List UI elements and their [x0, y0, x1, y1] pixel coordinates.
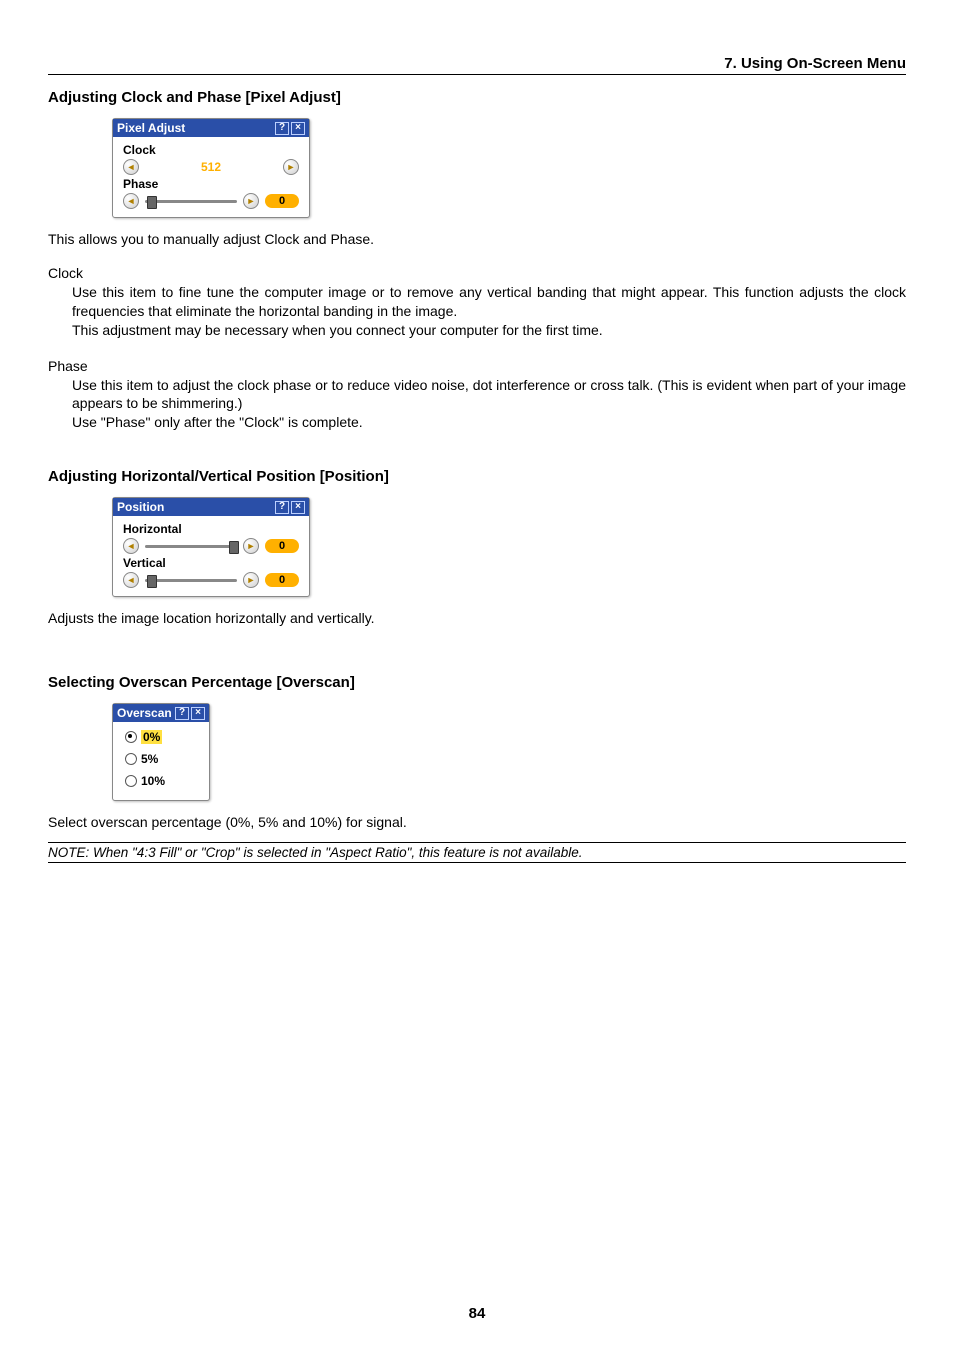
arrow-right-icon[interactable]: ►: [243, 538, 259, 554]
position-dialog: Position ? × Horizontal ◄ ► 0 Vertical ◄: [112, 497, 310, 597]
clock-value: 512: [145, 160, 277, 174]
overscan-dialog: Overscan ? × 0% 5% 10%: [112, 703, 210, 801]
phase-desc-2: Use "Phase" only after the "Clock" is co…: [72, 413, 906, 432]
clock-desc-2: This adjustment may be necessary when yo…: [72, 321, 906, 340]
phase-value: 0: [265, 194, 299, 208]
overscan-option-5[interactable]: 5%: [123, 748, 199, 770]
radio-icon: [125, 753, 137, 765]
page-number: 84: [0, 1305, 954, 1322]
overscan-desc: Select overscan percentage (0%, 5% and 1…: [48, 813, 906, 832]
arrow-right-icon[interactable]: ►: [283, 159, 299, 175]
clock-heading: Clock: [48, 265, 906, 281]
radio-icon: [125, 775, 137, 787]
arrow-right-icon[interactable]: ►: [243, 193, 259, 209]
option-label: 5%: [141, 752, 158, 766]
dialog-title-text: Overscan: [117, 706, 172, 720]
arrow-left-icon[interactable]: ◄: [123, 159, 139, 175]
horizontal-value: 0: [265, 539, 299, 553]
radio-selected-icon: [125, 731, 137, 743]
clock-desc-1: Use this item to fine tune the computer …: [72, 283, 906, 321]
overscan-note: NOTE: When "4:3 Fill" or "Crop" is selec…: [48, 842, 906, 863]
clock-label: Clock: [123, 143, 299, 157]
dialog-title-text: Position: [117, 500, 164, 514]
arrow-left-icon[interactable]: ◄: [123, 572, 139, 588]
position-desc: Adjusts the image location horizontally …: [48, 609, 906, 628]
option-label: 0%: [141, 730, 162, 744]
vertical-value: 0: [265, 573, 299, 587]
close-icon[interactable]: ×: [291, 501, 305, 514]
chapter-header: 7. Using On-Screen Menu: [48, 55, 906, 75]
close-icon[interactable]: ×: [191, 707, 205, 720]
phase-slider[interactable]: ◄ ► 0: [123, 193, 299, 209]
option-label: 10%: [141, 774, 165, 788]
arrow-left-icon[interactable]: ◄: [123, 538, 139, 554]
section-title-position: Adjusting Horizontal/Vertical Position […: [48, 468, 906, 485]
phase-label: Phase: [123, 177, 299, 191]
close-icon[interactable]: ×: [291, 122, 305, 135]
dialog-title-text: Pixel Adjust: [117, 121, 185, 135]
arrow-left-icon[interactable]: ◄: [123, 193, 139, 209]
clock-row: ◄ 512 ►: [123, 159, 299, 175]
horizontal-label: Horizontal: [123, 522, 299, 536]
help-icon[interactable]: ?: [275, 501, 289, 514]
overscan-option-0[interactable]: 0%: [123, 726, 199, 748]
phase-heading: Phase: [48, 358, 906, 374]
section-title-pixel-adjust: Adjusting Clock and Phase [Pixel Adjust]: [48, 89, 906, 106]
help-icon[interactable]: ?: [175, 707, 189, 720]
help-icon[interactable]: ?: [275, 122, 289, 135]
vertical-label: Vertical: [123, 556, 299, 570]
intro-text: This allows you to manually adjust Clock…: [48, 230, 906, 249]
phase-desc-1: Use this item to adjust the clock phase …: [72, 376, 906, 414]
vertical-slider[interactable]: ◄ ► 0: [123, 572, 299, 588]
horizontal-slider[interactable]: ◄ ► 0: [123, 538, 299, 554]
overscan-option-10[interactable]: 10%: [123, 770, 199, 792]
pixel-adjust-dialog: Pixel Adjust ? × Clock ◄ 512 ► Phase ◄ ►: [112, 118, 310, 218]
section-title-overscan: Selecting Overscan Percentage [Overscan]: [48, 674, 906, 691]
arrow-right-icon[interactable]: ►: [243, 572, 259, 588]
